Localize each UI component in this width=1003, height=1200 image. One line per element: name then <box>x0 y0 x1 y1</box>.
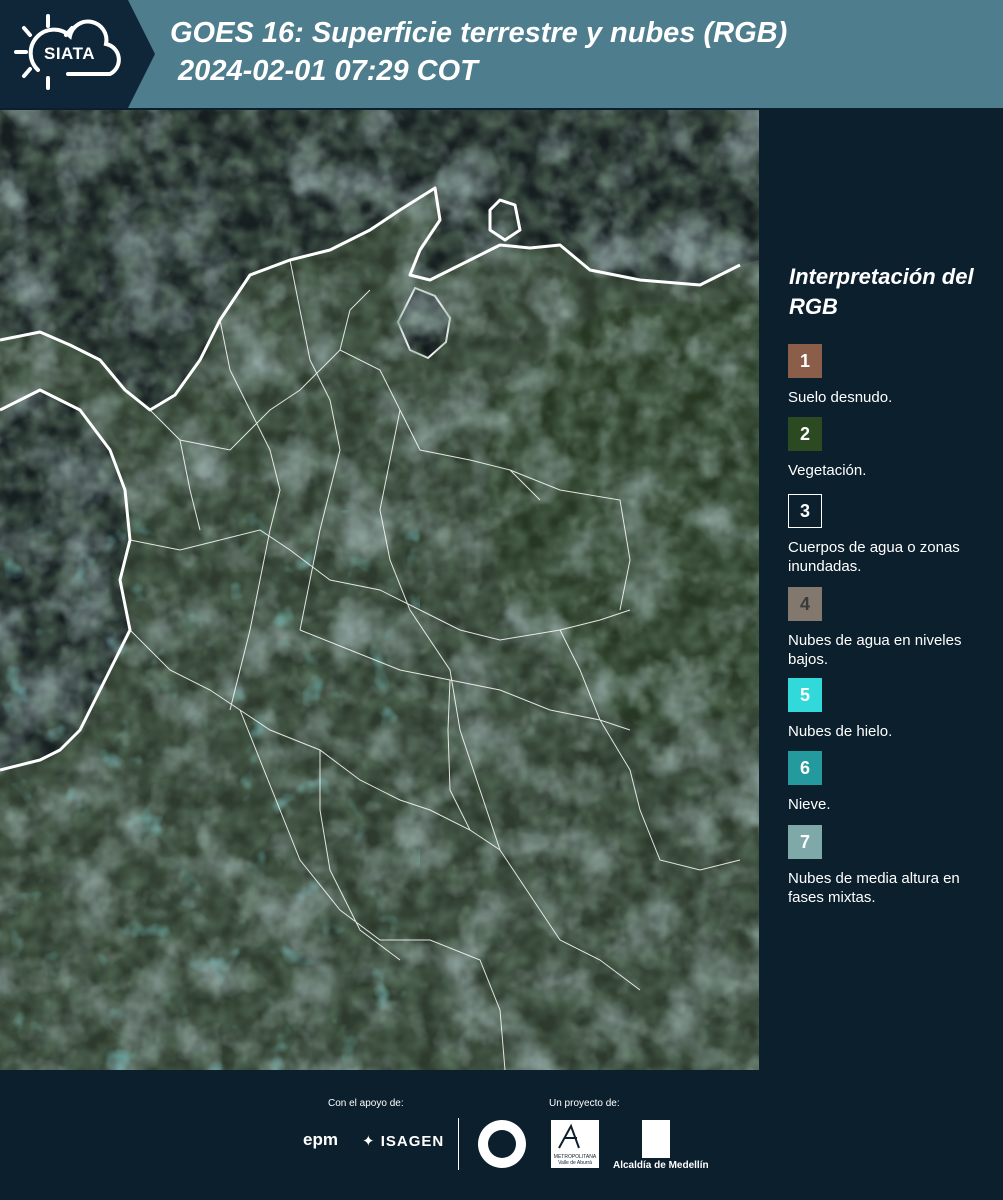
legend-item-5: 5 Nubes de hielo. <box>788 678 998 741</box>
legend-label-6: Nieve. <box>788 796 831 813</box>
legend-label-4: Nubes de agua en niveles bajos. <box>788 632 962 668</box>
title-line-2: 2024-02-01 07:29 COT <box>170 55 478 87</box>
footer: Con el apoyo de: Un proyecto de: epm ✦ I… <box>0 1070 1003 1200</box>
alcaldia-label: Alcaldía de Medellín <box>613 1160 709 1171</box>
legend-item-6: 6 Nieve. <box>788 751 998 814</box>
map-canvas <box>0 110 759 1070</box>
project-label: Un proyecto de: <box>549 1098 620 1109</box>
isagen-mark-icon: ✦ <box>362 1133 381 1150</box>
alcaldia-emblem-icon <box>642 1120 670 1158</box>
legend-label-7: Nubes de media altura en fases mixtas. <box>788 870 960 906</box>
legend-swatch-1: 1 <box>788 344 822 378</box>
legend-item-7: 7 Nubes de media altura en fases mixtas. <box>788 825 998 907</box>
legend-swatch-7: 7 <box>788 825 822 859</box>
seal-inner-emblem <box>488 1130 516 1158</box>
legend-label-5: Nubes de hielo. <box>788 723 893 740</box>
satellite-map[interactable] <box>0 110 759 1070</box>
legend-item-4: 4 Nubes de agua en niveles bajos. <box>788 587 998 669</box>
area-logo-text: METROPOLITANA Valle de Aburrá <box>553 1154 597 1166</box>
legend-label-2: Vegetación. <box>788 462 867 479</box>
legend-swatch-3: 3 <box>788 494 822 528</box>
siata-logo: SIATA <box>0 0 155 108</box>
footer-divider <box>458 1118 459 1170</box>
support-label: Con el apoyo de: <box>328 1098 404 1109</box>
university-seal-icon <box>478 1120 526 1168</box>
legend-item-1: 1 Suelo desnudo. <box>788 344 998 407</box>
legend-swatch-6: 6 <box>788 751 822 785</box>
legend-title: Interpretación del RGB <box>789 264 974 319</box>
isagen-text: ISAGEN <box>380 1133 445 1150</box>
legend-swatch-2: 2 <box>788 417 822 451</box>
area-script-icon <box>558 1123 580 1149</box>
legend-label-3: Cuerpos de agua o zonas inundadas. <box>788 539 960 575</box>
ice-cloud-layer <box>0 510 420 1070</box>
header-bar: SIATA GOES 16: Superficie terrestre y nu… <box>0 0 1003 108</box>
epm-logo: epm <box>303 1130 338 1149</box>
legend-item-3: 3 Cuerpos de agua o zonas inundadas. <box>788 494 998 576</box>
legend-swatch-5: 5 <box>788 678 822 712</box>
siata-logo-text: SIATA <box>44 44 95 63</box>
legend-swatch-4: 4 <box>788 587 822 621</box>
legend-label-1: Suelo desnudo. <box>788 389 893 406</box>
legend-panel: Interpretación del RGB 1 Suelo desnudo. … <box>762 110 1003 1070</box>
legend-item-2: 2 Vegetación. <box>788 417 998 480</box>
isagen-logo: ✦ ISAGEN <box>362 1132 444 1150</box>
page-title: GOES 16: Superficie terrestre y nubes (R… <box>170 14 787 90</box>
title-line-1: GOES 16: Superficie terrestre y nubes (R… <box>170 17 788 49</box>
area-metropolitana-logo: METROPOLITANA Valle de Aburrá <box>551 1120 599 1168</box>
